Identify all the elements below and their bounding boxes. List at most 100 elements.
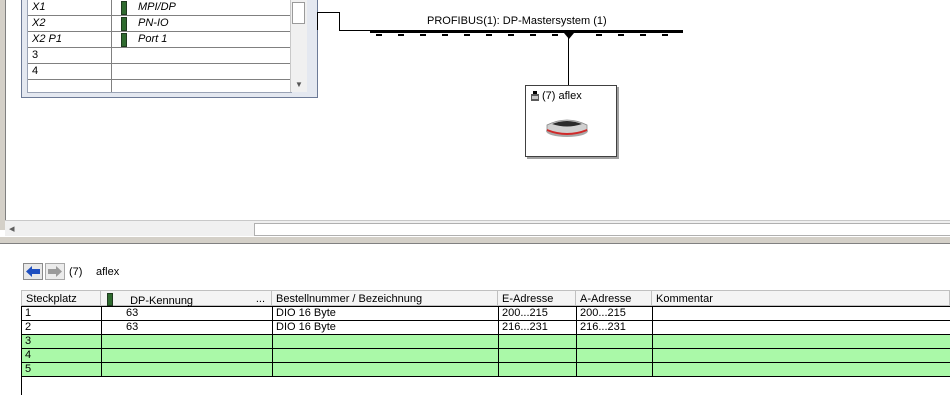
module-icon: [121, 33, 127, 47]
rack-module-label: PN-IO: [138, 17, 169, 29]
rack-panel: X1 MPI/DP X2 PN-IO X2 P1 Port 1 3 4 ▼: [21, 0, 318, 98]
scroll-down-icon[interactable]: ▼: [295, 80, 303, 89]
scroll-left-icon[interactable]: ◂: [9, 222, 15, 235]
bus-dash: [530, 34, 536, 36]
bus-dash: [618, 34, 624, 36]
arrow-right-icon[interactable]: [45, 263, 65, 280]
column-header-label: E-Adresse: [502, 293, 554, 305]
cell-slot: 1: [22, 307, 102, 320]
cell-e-address: 200...215: [499, 307, 577, 320]
table-row[interactable]: 2 63 DIO 16 Byte 216...231 216...231: [22, 321, 950, 335]
table-row[interactable]: 1 63 DIO 16 Byte 200...215 200...215: [22, 307, 950, 321]
bus-connector: [317, 12, 318, 30]
bus-connector: [339, 12, 340, 31]
rack-row[interactable]: X1 MPI/DP: [28, 0, 291, 16]
cell-comment[interactable]: [653, 307, 950, 320]
device-node-header: (7) aflex: [530, 90, 582, 102]
column-header-a-adresse[interactable]: A-Adresse: [576, 290, 652, 306]
bus-drop-line: [568, 38, 569, 85]
cell-a-address: 216...231: [577, 321, 653, 334]
cell-comment[interactable]: [653, 349, 950, 362]
cell-order: DIO 16 Byte: [273, 321, 499, 334]
hscroll-thumb[interactable]: [254, 223, 950, 236]
arrow-left-icon[interactable]: [23, 263, 43, 280]
bus-connector: [339, 30, 370, 31]
rack-scroll-thumb[interactable]: [292, 2, 305, 24]
bus-dash: [486, 34, 492, 36]
cell-a-address: [577, 335, 653, 348]
table-row[interactable]: 5: [22, 363, 950, 377]
rack-module-label: Port 1: [138, 33, 168, 45]
cell-comment[interactable]: [653, 363, 950, 376]
cell-e-address: [499, 349, 577, 362]
bus-connector: [317, 12, 339, 13]
bus-dash: [640, 34, 646, 36]
table-row[interactable]: 4: [22, 349, 950, 363]
diagram-hscrollbar[interactable]: ◂: [5, 220, 950, 237]
rack-slot-label: X2 P1: [32, 33, 62, 45]
window-frame: [0, 0, 6, 230]
cell-order: [273, 349, 499, 362]
cell-dp-id: [102, 335, 273, 348]
rack-row[interactable]: 4: [28, 64, 291, 80]
cell-e-address: 216...231: [499, 321, 577, 334]
device-node-label: (7) aflex: [542, 90, 582, 102]
detail-device-name: aflex: [96, 266, 120, 278]
rack-module-label: MPI/DP: [138, 1, 176, 13]
device-node-aflex[interactable]: (7) aflex: [525, 85, 617, 157]
cell-comment[interactable]: [653, 335, 950, 348]
column-header-label: Bestellnummer / Bezeichnung: [276, 293, 423, 305]
bus-dash: [376, 34, 382, 36]
cell-e-address: [499, 335, 577, 348]
bus-dash: [508, 34, 514, 36]
module-icon: [107, 293, 113, 306]
rack-slot-label: 3: [32, 49, 39, 61]
bus-dash: [442, 34, 448, 36]
pane-splitter[interactable]: [0, 236, 950, 244]
detail-slot-number: (7): [69, 266, 83, 278]
column-header-e-adresse[interactable]: E-Adresse: [498, 290, 576, 306]
column-header-ellipsis[interactable]: ...: [256, 293, 265, 305]
cell-order: DIO 16 Byte: [273, 307, 499, 320]
cell-dp-id: 63: [102, 307, 273, 320]
module-icon: [121, 17, 127, 31]
rack-row[interactable]: 3: [28, 48, 291, 64]
rack-scrollbar[interactable]: ▼: [290, 0, 307, 92]
rack-slot-label: X1: [32, 1, 46, 13]
cell-e-address: [499, 363, 577, 376]
dp-slave-icon: [530, 91, 540, 101]
bus-connection-point-icon: [564, 33, 574, 39]
module-icon: [121, 1, 127, 15]
profibus-label: PROFIBUS(1): DP-Mastersystem (1): [427, 15, 607, 27]
column-header-bestellnummer[interactable]: Bestellnummer / Bezeichnung: [272, 290, 498, 306]
cell-dp-id: [102, 349, 273, 362]
bus-dash: [398, 34, 404, 36]
cell-a-address: 200...215: [577, 307, 653, 320]
cell-comment[interactable]: [653, 321, 950, 334]
cell-a-address: [577, 349, 653, 362]
column-header-steckplatz[interactable]: Steckplatz: [21, 290, 101, 306]
cell-dp-id: [102, 363, 273, 376]
column-header-dp-kennung[interactable]: DP-Kennung ...: [101, 290, 272, 307]
detail-table-body: 1 63 DIO 16 Byte 200...215 200...215 2 6…: [21, 306, 950, 395]
rack-row[interactable]: X2 PN-IO: [28, 16, 291, 32]
profibus-line[interactable]: [370, 30, 683, 33]
bus-dash: [662, 34, 668, 36]
device-image-icon: [546, 119, 588, 137]
rack-slot-label: X2: [32, 17, 46, 29]
cell-dp-id: 63: [102, 321, 273, 334]
cell-slot: 5: [22, 363, 102, 376]
cell-slot: 3: [22, 335, 102, 348]
rack-row[interactable]: X2 P1 Port 1: [28, 32, 291, 48]
column-header-label: A-Adresse: [580, 293, 632, 305]
table-row[interactable]: 3: [22, 335, 950, 349]
rack-slot-label: 4: [32, 65, 39, 77]
bus-dash: [596, 34, 602, 36]
cell-slot: 2: [22, 321, 102, 334]
column-header-label: Kommentar: [656, 293, 713, 305]
rack-table: X1 MPI/DP X2 PN-IO X2 P1 Port 1 3 4: [27, 0, 292, 93]
column-header-kommentar[interactable]: Kommentar: [652, 290, 950, 306]
cell-slot: 4: [22, 349, 102, 362]
cell-order: [273, 363, 499, 376]
bus-dash: [464, 34, 470, 36]
